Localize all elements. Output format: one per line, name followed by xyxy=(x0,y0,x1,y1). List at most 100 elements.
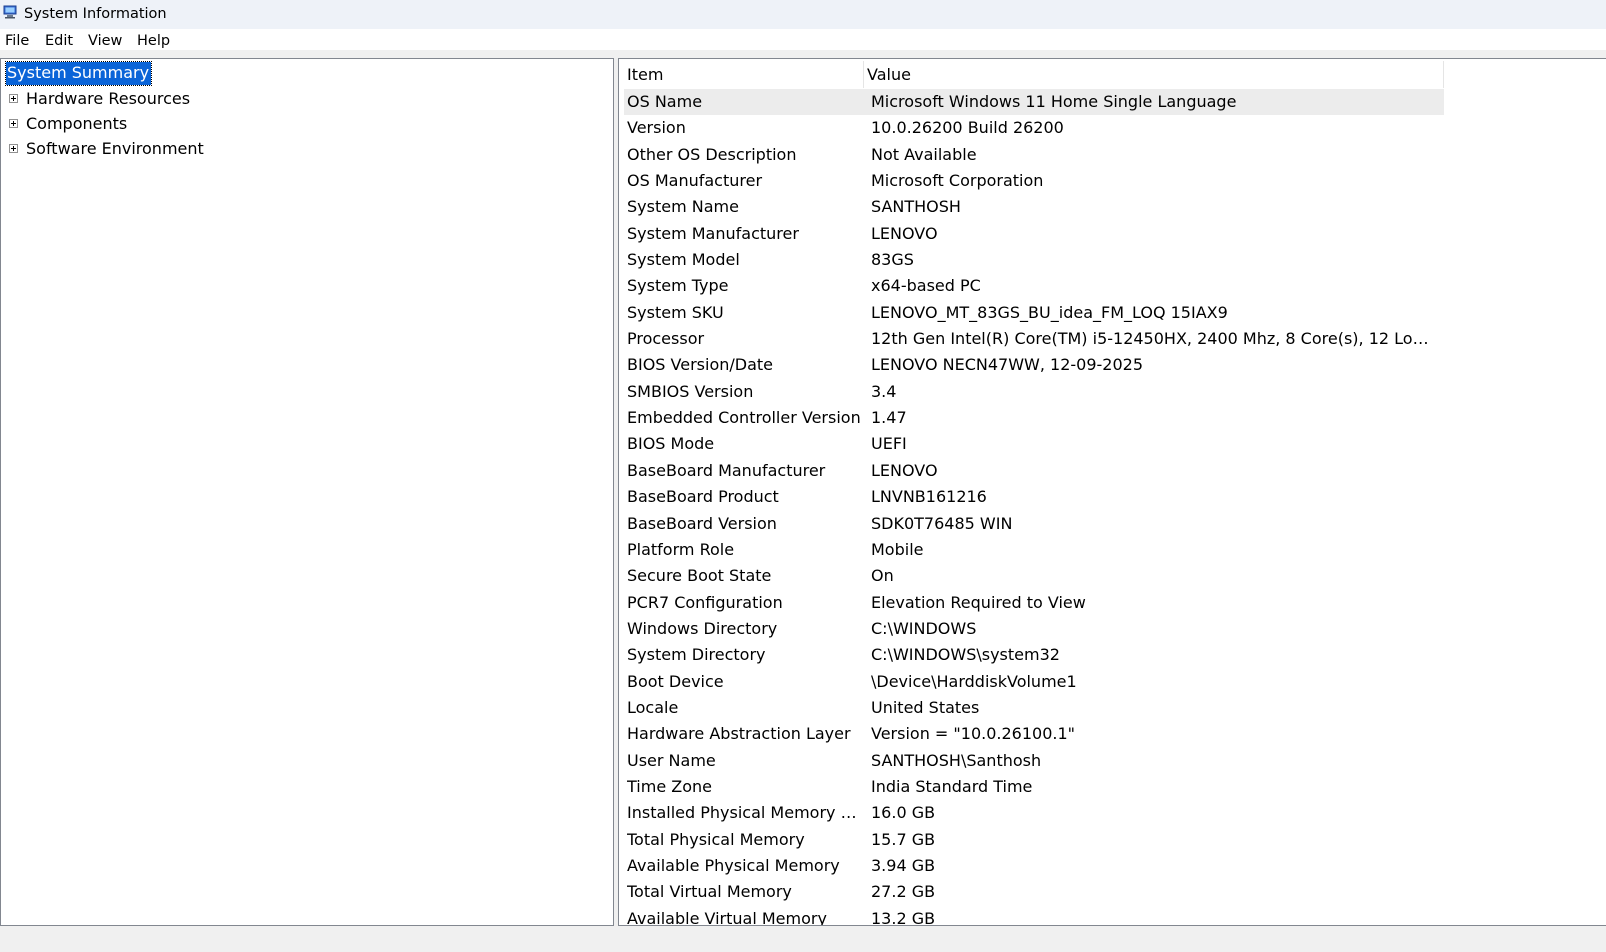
table-row[interactable]: BaseBoard Product LNVNB161216 xyxy=(624,484,1444,510)
table-row[interactable]: BaseBoard Version SDK0T76485 WIN xyxy=(624,511,1444,537)
table-row[interactable]: Other OS Description Not Available xyxy=(624,142,1444,168)
table-row[interactable]: User Name SANTHOSH\Santhosh xyxy=(624,748,1444,774)
table-row[interactable]: Installed Physical Memory (RA... 16.0 GB xyxy=(624,800,1444,826)
title-bar: System Information xyxy=(0,0,1606,29)
row-item-cell: System Directory xyxy=(627,645,766,665)
row-item-cell: PCR7 Configuration xyxy=(627,592,783,612)
row-item-cell: BaseBoard Product xyxy=(627,487,779,507)
row-item-cell: Windows Directory xyxy=(627,618,778,638)
column-header-value[interactable]: Value xyxy=(864,61,1444,88)
row-value-cell: C:\WINDOWS xyxy=(871,618,977,638)
expand-plus-icon[interactable] xyxy=(9,144,18,153)
status-area xyxy=(0,926,1606,952)
table-row[interactable]: Version 10.0.26200 Build 26200 xyxy=(624,115,1444,141)
row-value-cell: SANTHOSH\Santhosh xyxy=(871,750,1042,770)
row-value-cell: C:\WINDOWS\system32 xyxy=(871,645,1060,665)
window-title: System Information xyxy=(24,6,167,22)
table-row[interactable]: Embedded Controller Version 1.47 xyxy=(624,405,1444,431)
row-value-cell: United States xyxy=(871,697,980,717)
details-list[interactable]: Item Value OS Name Microsoft Windows 11 H… xyxy=(618,58,1606,926)
row-item-cell: Version xyxy=(627,118,686,138)
table-row[interactable]: BIOS Mode UEFI xyxy=(624,431,1444,457)
tree-item-label: Hardware Resources xyxy=(26,89,191,108)
table-row[interactable]: BIOS Version/Date LENOVO NECN47WW, 12-09-… xyxy=(624,352,1444,378)
row-item-cell: OS Name xyxy=(627,92,703,111)
menu-view[interactable]: View xyxy=(88,33,122,49)
table-row[interactable]: System SKU LENOVO_MT_83GS_BU_idea_FM_LOQ … xyxy=(624,300,1444,326)
table-row[interactable]: System Manufacturer LENOVO xyxy=(624,221,1444,247)
table-row[interactable]: PCR7 Configuration Elevation Required to … xyxy=(624,590,1444,616)
row-item-cell: OS Manufacturer xyxy=(627,171,763,191)
table-row[interactable]: Processor 12th Gen Intel(R) Core(TM) i5-1… xyxy=(624,326,1444,352)
row-value-cell: Mobile xyxy=(871,539,924,559)
row-value-cell: Not Available xyxy=(871,144,977,164)
row-item-cell: Total Physical Memory xyxy=(627,829,805,849)
row-value-cell: 83GS xyxy=(871,250,914,270)
toolbar-gap xyxy=(0,50,1606,58)
table-row[interactable]: Locale United States xyxy=(624,695,1444,721)
row-value-cell: Microsoft Corporation xyxy=(871,171,1044,191)
row-value-cell: 10.0.26200 Build 26200 xyxy=(871,118,1064,138)
row-value-cell: 3.94 GB xyxy=(871,855,936,875)
row-value-cell: LENOVO xyxy=(871,460,938,480)
row-item-cell: Installed Physical Memory (RA... xyxy=(627,803,862,823)
table-row[interactable]: OS Name Microsoft Windows 11 Home Single … xyxy=(624,89,1444,116)
row-value-cell: LENOVO_MT_83GS_BU_idea_FM_LOQ 15IAX9 xyxy=(871,302,1228,322)
table-row[interactable]: System Directory C:\WINDOWS\system32 xyxy=(624,642,1444,668)
row-value-cell: Version = "10.0.26100.1" xyxy=(871,724,1076,744)
table-row[interactable]: Total Physical Memory 15.7 GB xyxy=(624,827,1444,853)
table-row[interactable]: Boot Device \Device\HarddiskVolume1 xyxy=(624,669,1444,695)
row-value-cell: SDK0T76485 WIN xyxy=(871,513,1013,533)
table-row[interactable]: Time Zone India Standard Time xyxy=(624,774,1444,800)
system-information-icon xyxy=(3,5,17,19)
table-row[interactable]: Windows Directory C:\WINDOWS xyxy=(624,616,1444,642)
row-value-cell: India Standard Time xyxy=(871,776,1033,796)
row-item-cell: Available Virtual Memory xyxy=(627,908,827,926)
menu-edit[interactable]: Edit xyxy=(45,33,73,49)
tree-item-system-summary[interactable]: System Summary xyxy=(4,61,153,86)
row-item-cell: Embedded Controller Version xyxy=(627,408,861,428)
row-item-cell: Available Physical Memory xyxy=(627,855,840,875)
table-row[interactable]: SMBIOS Version 3.4 xyxy=(624,379,1444,405)
table-row[interactable]: Hardware Abstraction Layer Version = "10.… xyxy=(624,721,1444,747)
row-item-cell: Time Zone xyxy=(627,776,712,796)
row-value-cell: LENOVO NECN47WW, 12-09-2025 xyxy=(871,355,1144,375)
row-value-cell: 1.47 xyxy=(871,408,907,428)
category-tree[interactable]: System Summary Hardware Resources Compon… xyxy=(0,58,614,926)
row-item-cell: User Name xyxy=(627,750,716,770)
table-row[interactable]: BaseBoard Manufacturer LENOVO xyxy=(624,458,1444,484)
row-value-cell: 13.2 GB xyxy=(871,908,936,926)
row-item-cell: SMBIOS Version xyxy=(627,381,754,401)
tree-item-label: Software Environment xyxy=(26,139,204,158)
menu-help[interactable]: Help xyxy=(137,33,170,49)
row-item-cell: BaseBoard Version xyxy=(627,513,777,533)
row-item-cell: Platform Role xyxy=(627,539,735,559)
expand-plus-icon[interactable] xyxy=(9,119,18,128)
row-value-cell: SANTHOSH xyxy=(871,197,961,217)
table-row[interactable]: Available Physical Memory 3.94 GB xyxy=(624,853,1444,879)
expand-plus-icon[interactable] xyxy=(9,94,18,103)
row-item-cell: System Name xyxy=(627,197,739,217)
row-value-cell: On xyxy=(871,566,894,586)
row-item-cell: System Model xyxy=(627,250,740,270)
table-row[interactable]: OS Manufacturer Microsoft Corporation xyxy=(624,168,1444,194)
table-row[interactable]: Platform Role Mobile xyxy=(624,537,1444,563)
row-item-cell: BIOS Version/Date xyxy=(627,355,773,375)
menu-file[interactable]: File xyxy=(5,33,29,49)
table-row[interactable]: Total Virtual Memory 27.2 GB xyxy=(624,879,1444,905)
row-value-cell: 27.2 GB xyxy=(871,882,936,902)
column-header-item[interactable]: Item xyxy=(624,61,864,88)
row-value-cell: LNVNB161216 xyxy=(871,487,987,507)
table-row[interactable]: System Model 83GS xyxy=(624,247,1444,273)
row-value-cell: 15.7 GB xyxy=(871,829,936,849)
table-row[interactable]: Secure Boot State On xyxy=(624,563,1444,589)
table-row[interactable]: System Name SANTHOSH xyxy=(624,194,1444,220)
row-value-cell: x64-based PC xyxy=(871,276,981,296)
list-rows: OS Name Microsoft Windows 11 Home Single … xyxy=(624,89,1444,926)
row-item-cell: System Manufacturer xyxy=(627,223,799,243)
table-row[interactable]: System Type x64-based PC xyxy=(624,273,1444,299)
row-item-cell: BIOS Mode xyxy=(627,434,715,454)
row-value-cell: 12th Gen Intel(R) Core(TM) i5-12450HX, 2… xyxy=(871,329,1436,349)
list-header: Item Value xyxy=(624,61,1444,88)
table-row[interactable]: Available Virtual Memory 13.2 GB xyxy=(624,906,1444,926)
